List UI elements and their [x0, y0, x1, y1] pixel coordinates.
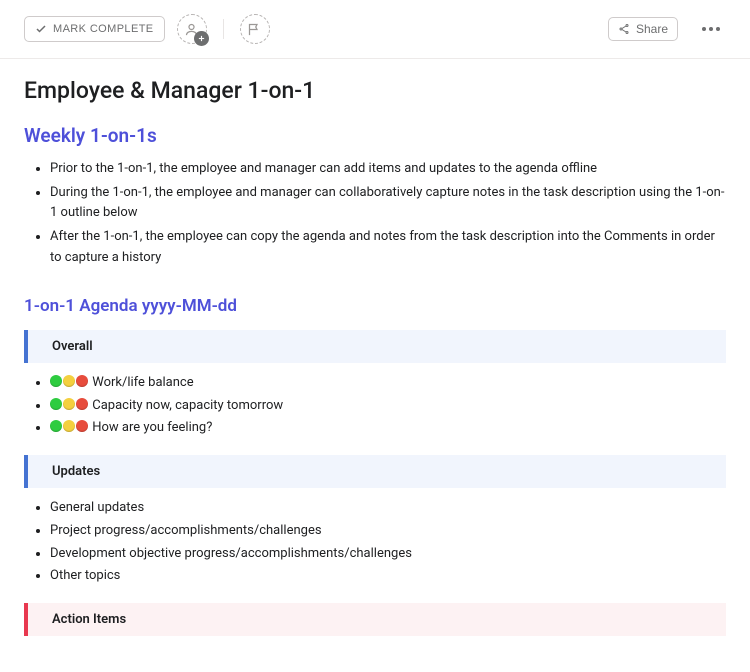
toolbar-divider: [223, 19, 224, 39]
yellow-dot-icon: [63, 398, 75, 410]
green-dot-icon: [50, 420, 62, 432]
agenda-heading[interactable]: 1-on-1 Agenda yyyy-MM-dd: [24, 296, 726, 316]
updates-block: Updates General updates Project progress…: [24, 455, 726, 587]
red-dot-icon: [76, 398, 88, 410]
item-text: How are you feeling?: [92, 420, 212, 435]
green-dot-icon: [50, 375, 62, 387]
more-menu-button[interactable]: [696, 21, 726, 37]
check-icon: [35, 23, 47, 35]
flag-icon: [247, 22, 262, 37]
action-items-block: Action Items: [24, 603, 726, 636]
list-item: Other topics: [50, 566, 726, 587]
mark-complete-label: MARK COMPLETE: [53, 23, 154, 35]
share-icon: [618, 23, 630, 35]
list-item: Project progress/accomplishments/challen…: [50, 521, 726, 542]
yellow-dot-icon: [63, 375, 75, 387]
overall-block: Overall Work/life balance Capacity now, …: [24, 330, 726, 439]
item-text: Work/life balance: [92, 375, 193, 390]
weekly-heading[interactable]: Weekly 1-on-1s: [24, 124, 726, 147]
weekly-list: Prior to the 1-on-1, the employee and ma…: [24, 159, 726, 268]
item-text: Capacity now, capacity tomorrow: [92, 398, 283, 413]
top-toolbar: MARK COMPLETE Share: [0, 0, 750, 59]
list-item: General updates: [50, 498, 726, 519]
updates-header: Updates: [24, 455, 726, 488]
list-item: After the 1-on-1, the employee can copy …: [50, 227, 726, 267]
action-items-header: Action Items: [24, 603, 726, 636]
flag-button[interactable]: [240, 14, 270, 44]
list-item: Capacity now, capacity tomorrow: [50, 396, 726, 417]
red-dot-icon: [76, 420, 88, 432]
green-dot-icon: [50, 398, 62, 410]
share-button[interactable]: Share: [608, 17, 678, 41]
list-item: Development objective progress/accomplis…: [50, 544, 726, 565]
list-item: How are you feeling?: [50, 418, 726, 439]
share-label: Share: [636, 22, 668, 36]
page-title: Employee & Manager 1-on-1: [24, 77, 726, 104]
assignee-button[interactable]: [177, 14, 207, 44]
list-item: Prior to the 1-on-1, the employee and ma…: [50, 159, 726, 179]
yellow-dot-icon: [63, 420, 75, 432]
document-content: Employee & Manager 1-on-1 Weekly 1-on-1s…: [0, 59, 750, 672]
list-item: Work/life balance: [50, 373, 726, 394]
red-dot-icon: [76, 375, 88, 387]
plus-badge-icon: [194, 31, 209, 46]
mark-complete-button[interactable]: MARK COMPLETE: [24, 16, 165, 42]
list-item: During the 1-on-1, the employee and mana…: [50, 183, 726, 223]
overall-header: Overall: [24, 330, 726, 363]
